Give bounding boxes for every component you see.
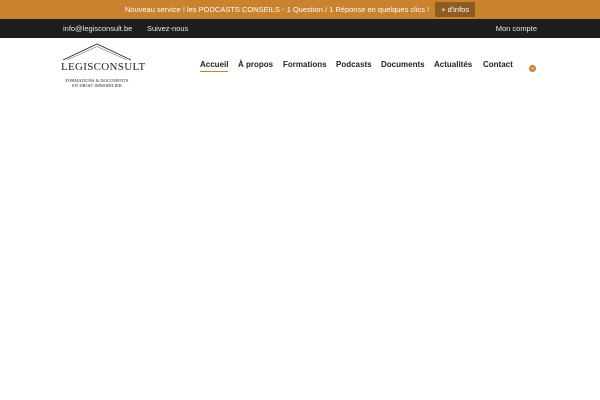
nav-item-formations[interactable]: Formations [283, 60, 327, 69]
announcement-text: Nouveau service ! les PODCASTS CONSEILS … [124, 5, 430, 14]
my-account-link[interactable]: Mon compte [496, 24, 537, 33]
email-link[interactable]: info@legisconsult.be [63, 24, 132, 33]
logo-tagline-line-2: EN DROIT IMMOBILIER [72, 83, 122, 88]
more-info-button[interactable]: + d'infos [435, 2, 476, 17]
nav-item-podcasts[interactable]: Podcasts [336, 60, 372, 69]
nav-item-accueil[interactable]: Accueil [200, 60, 229, 72]
cart-count-badge: 0 [529, 65, 536, 72]
nav-item-documents[interactable]: Documents [381, 60, 425, 69]
follow-us-link[interactable]: Suivez-nous [147, 24, 188, 33]
cart-button[interactable]: 0 [529, 65, 537, 73]
nav-item-contact[interactable]: Contact [483, 60, 513, 69]
nav-item-a-propos[interactable]: À propos [238, 60, 273, 69]
announcement-bar: Nouveau service ! les PODCASTS CONSEILS … [0, 0, 600, 19]
site-logo[interactable]: LEGISCONSULT FORMATIONS & DOCUMENTS EN D… [61, 42, 146, 90]
main-content [0, 93, 600, 400]
top-bar: info@legisconsult.be Suivez-nous Mon com… [0, 19, 600, 38]
site-header: LEGISCONSULT FORMATIONS & DOCUMENTS EN D… [0, 38, 600, 93]
nav-item-actualites[interactable]: Actualités [434, 60, 472, 69]
logo-wordmark: LEGISCONSULT [61, 61, 146, 73]
roof-logo-icon [62, 43, 132, 61]
